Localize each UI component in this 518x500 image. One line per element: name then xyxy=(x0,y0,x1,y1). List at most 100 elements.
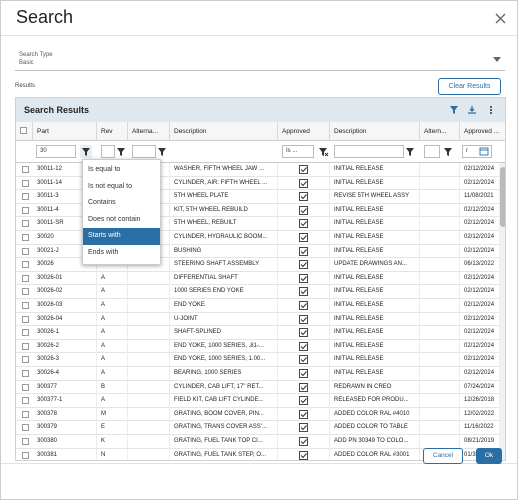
vertical-scrollbar[interactable] xyxy=(499,163,505,460)
row-checkbox[interactable] xyxy=(22,302,29,309)
table-row[interactable]: 30026-3 A END YOKE, 1000 SERIES, 1.00... IN… xyxy=(16,353,505,367)
cell-desc: WASHER, FIFTH WHEEL JAW ... xyxy=(170,163,278,176)
row-checkbox[interactable] xyxy=(22,261,29,269)
cell-alternate xyxy=(420,312,460,326)
clear-filter-icon[interactable] xyxy=(317,145,329,158)
table-row[interactable]: 300379 E GRATING, TRANS COVER ASS'... ADDED… xyxy=(16,421,505,435)
cell-rev: A xyxy=(97,312,128,326)
alternate-filter-input[interactable] xyxy=(132,145,156,158)
cell-rev: N xyxy=(97,448,128,460)
cell-alternate xyxy=(128,435,170,448)
scrollbar-thumb[interactable] xyxy=(500,167,505,227)
cell-alternate xyxy=(420,231,460,244)
cell-desc2: REVISE 5TH WHEEL ASSY xyxy=(330,190,420,204)
table-row[interactable]: 30026-02 A 1000 SERIES END YOKE INITIAL REL… xyxy=(16,285,505,299)
filter-menu-item[interactable]: Is not equal to xyxy=(83,179,160,196)
col-approved-date[interactable]: Approved ... xyxy=(460,122,505,141)
cell-desc: STEERING SHAFT ASSEMBLY xyxy=(170,258,278,272)
filter-icon[interactable] xyxy=(442,145,454,158)
row-checkbox[interactable] xyxy=(22,234,29,241)
table-row[interactable]: 30026-1 A SHAFT-SPLINED INITIAL RELEASE 02/1… xyxy=(16,326,505,340)
col-description-2[interactable]: Description xyxy=(330,122,420,141)
ok-button[interactable]: Ok xyxy=(476,448,502,464)
search-type-select[interactable]: Search Type Basic xyxy=(15,49,505,71)
table-row[interactable]: 30026-2 A END YOKE, 1000 SERIES, .81-... IN… xyxy=(16,339,505,354)
filter-icon[interactable] xyxy=(404,145,416,158)
row-checkbox[interactable] xyxy=(22,315,29,323)
results-label: Results xyxy=(15,83,36,89)
cancel-button[interactable]: Cancel xyxy=(423,448,463,464)
row-checkbox[interactable] xyxy=(22,288,29,296)
row-checkbox[interactable] xyxy=(22,179,29,187)
cell-alternate xyxy=(420,176,460,190)
table-row[interactable]: 300377-1 A FIELD KIT, CAB LIFT CYLINDE... R… xyxy=(16,394,505,408)
filter-operator-menu: Is equal to Is not equal to Contains Does n… xyxy=(82,159,161,265)
cell-desc2: INITIAL RELEASE xyxy=(330,285,420,299)
close-icon[interactable] xyxy=(494,12,507,25)
more-options-icon[interactable] xyxy=(486,105,496,115)
cell-desc2: INITIAL RELEASE xyxy=(330,299,420,312)
approved-cell xyxy=(278,394,330,408)
filter-menu-item[interactable]: Contains xyxy=(83,195,160,212)
filter-menu-item[interactable]: Starts with xyxy=(83,228,160,245)
cell-part: 300378 xyxy=(33,407,97,421)
approved-check-icon xyxy=(299,219,308,229)
table-row[interactable]: 30026-03 A END YOKE INITIAL RELEASE 02/12/20… xyxy=(16,299,505,313)
approved-filter-select[interactable]: Is ... xyxy=(282,145,314,158)
row-checkbox[interactable] xyxy=(22,342,29,350)
table-row[interactable]: 300377 B CYLINDER, CAB LIFT, 17" RET... RED… xyxy=(16,380,505,395)
filter-menu-item[interactable]: Does not contain xyxy=(83,212,160,229)
cell-alternate xyxy=(420,394,460,408)
calendar-icon[interactable] xyxy=(478,145,490,158)
row-checkbox[interactable] xyxy=(22,220,29,228)
col-rev[interactable]: Rev xyxy=(97,122,128,141)
cell-desc: SHAFT-SPLINED xyxy=(170,326,278,340)
cell-date: 02/12/2024 xyxy=(460,244,500,258)
col-alternate-2[interactable]: Altern... xyxy=(420,122,460,141)
table-row[interactable]: 300380 K GRATING, FUEL TANK TOP CI... ADD P… xyxy=(16,435,505,449)
col-approved[interactable]: Approved xyxy=(278,122,330,141)
cell-desc2: INITIAL RELEASE xyxy=(330,217,420,231)
table-row[interactable]: 30026-01 A DIFFERENTIAL SHAFT INITIAL RELEA… xyxy=(16,271,505,286)
cell-date: 02/12/2024 xyxy=(460,285,500,299)
search-type-value: Basic xyxy=(19,60,34,66)
col-description[interactable]: Description xyxy=(170,122,278,141)
row-checkbox[interactable] xyxy=(22,438,29,445)
alternate-2-filter-input[interactable] xyxy=(424,145,440,158)
row-checkbox[interactable] xyxy=(22,206,29,214)
filter-menu-item[interactable]: Is equal to xyxy=(83,162,160,179)
table-row[interactable]: 300378 M GRATING, BOOM COVER, PIN... ADDED … xyxy=(16,407,505,422)
cell-date: 02/12/2024 xyxy=(460,176,500,190)
chevron-down-icon[interactable] xyxy=(493,57,501,62)
row-checkbox[interactable] xyxy=(22,166,29,173)
row-checkbox[interactable] xyxy=(22,397,29,405)
row-checkbox[interactable] xyxy=(22,274,29,282)
filter-icon[interactable] xyxy=(449,105,459,115)
cell-desc2: INITIAL RELEASE xyxy=(330,203,420,217)
row-checkbox[interactable] xyxy=(22,247,29,255)
col-alternate[interactable]: Alterna... xyxy=(128,122,170,141)
row-checkbox[interactable] xyxy=(22,193,29,201)
row-checkbox[interactable] xyxy=(22,451,29,459)
filter-menu-item[interactable]: Ends with xyxy=(83,245,160,262)
rev-filter-input[interactable] xyxy=(101,145,115,158)
row-checkbox[interactable] xyxy=(22,329,29,337)
approved-cell xyxy=(278,421,330,435)
clear-results-button[interactable]: Clear Results xyxy=(438,78,501,95)
filter-icon[interactable] xyxy=(156,145,168,158)
cell-alternate xyxy=(128,367,170,380)
row-checkbox[interactable] xyxy=(22,383,29,391)
filter-icon[interactable] xyxy=(80,145,92,158)
download-icon[interactable] xyxy=(467,105,477,115)
row-checkbox[interactable] xyxy=(22,410,29,418)
select-all-checkbox[interactable] xyxy=(20,127,27,134)
row-checkbox[interactable] xyxy=(22,370,29,377)
row-checkbox[interactable] xyxy=(22,424,29,432)
filter-icon[interactable] xyxy=(115,145,127,158)
description-2-filter-input[interactable] xyxy=(334,145,404,158)
row-checkbox[interactable] xyxy=(22,356,29,364)
table-row[interactable]: 30026-4 A BEARING, 1000 SERIES INITIAL RELE… xyxy=(16,367,505,381)
col-part[interactable]: Part xyxy=(33,122,97,141)
part-filter-input[interactable]: 30 xyxy=(36,145,76,158)
table-row[interactable]: 30026-04 A U-JOINT INITIAL RELEASE 02/12/202… xyxy=(16,312,505,327)
